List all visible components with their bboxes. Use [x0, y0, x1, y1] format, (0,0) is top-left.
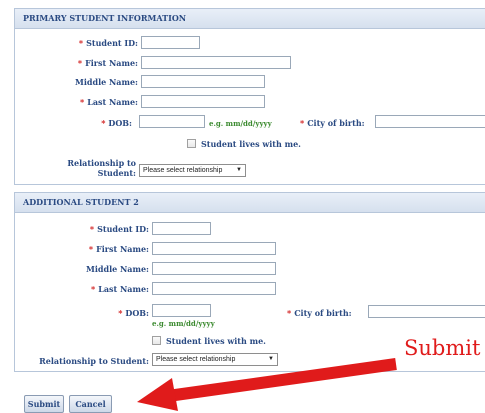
red-arrow-icon — [137, 358, 397, 411]
